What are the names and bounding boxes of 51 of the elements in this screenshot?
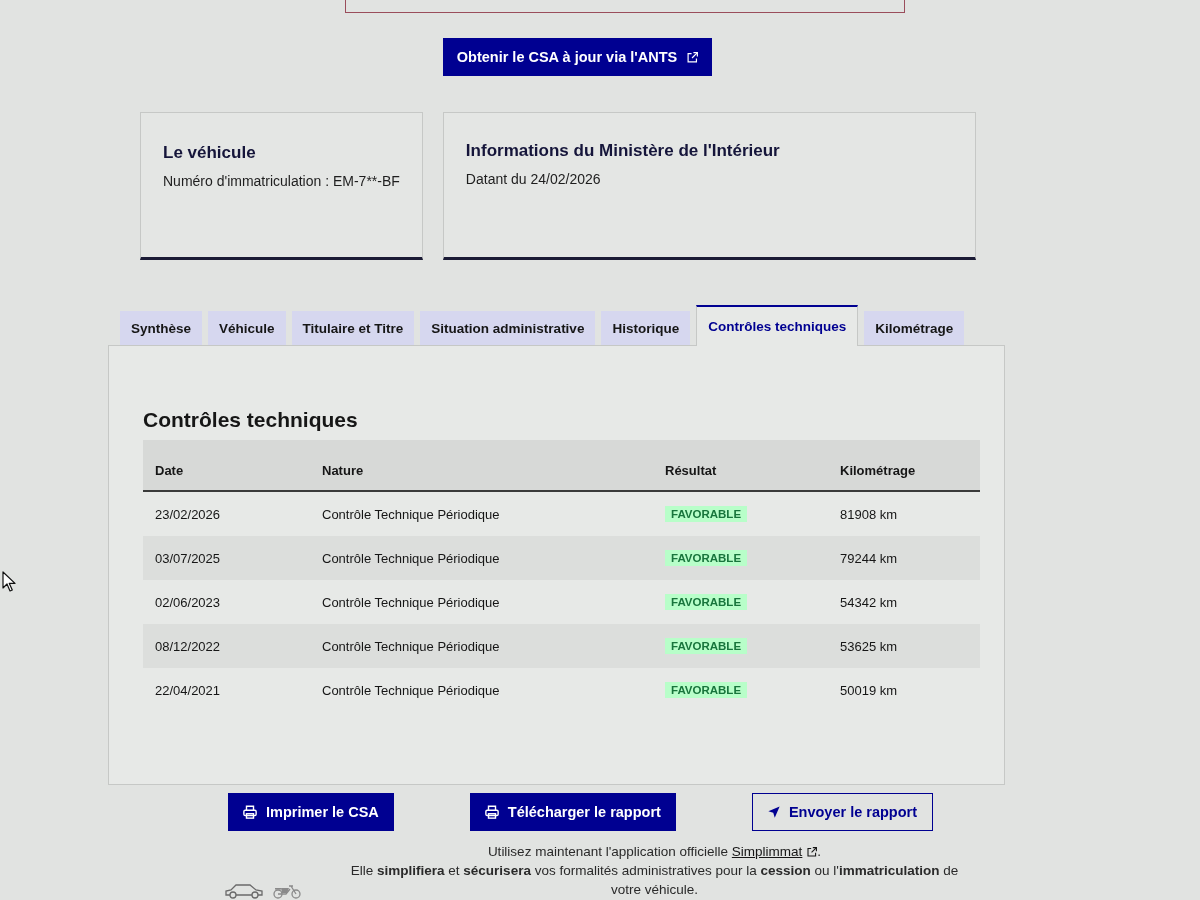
result-badge: FAVORABLE [665, 638, 748, 654]
tab[interactable]: Situation administrative [420, 311, 596, 345]
table-cell-text: 22/04/2021 [154, 682, 222, 698]
motorcycle-icon [272, 882, 302, 899]
car-icon [224, 882, 264, 899]
notice-text: Utilisez maintenant l'application officielle Simplimmat . [486, 842, 823, 861]
table-cell-text: Contrôle Technique Périodique [321, 506, 501, 522]
printer-icon [484, 805, 499, 819]
table-cell-text: 54342 km [839, 594, 899, 610]
column-header: Kilométrage [839, 463, 917, 478]
send-report-button[interactable]: Envoyer le rapport [751, 793, 934, 831]
printer-icon [242, 805, 257, 819]
table-cell-text: 79244 km [839, 550, 899, 566]
column-header: Nature [321, 463, 365, 478]
result-badge: FAVORABLE [665, 682, 748, 698]
external-link-icon [687, 51, 699, 63]
table-cell-text: 81908 km [839, 506, 899, 522]
column-header: Résultat [664, 463, 718, 478]
card-text: Numéro d'immatriculation : EM-7**-BF [163, 173, 400, 189]
table-cell-text: 08/12/2022 [154, 638, 222, 654]
table-cell-text: 23/02/2026 [154, 506, 222, 522]
print-csa-button[interactable]: Imprimer le CSA [227, 793, 394, 831]
table-cell-text: Contrôle Technique Périodique [321, 682, 501, 698]
table-cell-text: 50019 km [839, 682, 899, 698]
column-header: Date [154, 463, 185, 478]
table-cell-text: Contrôle Technique Périodique [321, 550, 501, 566]
result-badge: FAVORABLE [665, 550, 748, 566]
result-badge: FAVORABLE [665, 506, 748, 522]
notice-text: Elle simplifiera et sécurisera vos formalités administratives pour la cession ou l'immatriculation de votre véhicule. [349, 862, 960, 899]
table-cell-text: Contrôle Technique Périodique [321, 638, 501, 654]
card-title: Informations du Ministère de l'Intérieur [465, 141, 781, 161]
download-report-button[interactable]: Télécharger le rapport [469, 793, 676, 831]
tab[interactable]: Titulaire et Titre [291, 311, 415, 345]
table-cell-text: 03/07/2025 [154, 550, 222, 566]
send-icon [767, 806, 780, 818]
mouse-pointer-icon [2, 571, 16, 592]
tab[interactable]: Synthèse [120, 311, 203, 345]
tab[interactable]: Contrôles techniques [696, 305, 859, 346]
app-link[interactable]: Simplimmat [731, 842, 818, 861]
tab[interactable]: Véhicule [208, 311, 286, 345]
tab[interactable]: Historique [601, 311, 691, 345]
table-cell-text: Contrôle Technique Périodique [321, 594, 501, 610]
table-cell-text: 53625 km [839, 638, 899, 654]
tab[interactable]: Kilométrage [864, 311, 965, 345]
external-link-icon [807, 846, 818, 857]
card-text: Datant du 24/02/2026 [465, 171, 602, 187]
table-cell-text: 02/06/2023 [154, 594, 222, 610]
ants-csa-button[interactable]: Obtenir le CSA à jour via l'ANTS [442, 38, 713, 76]
result-badge: FAVORABLE [665, 594, 748, 610]
section-title: Contrôles techniques [143, 408, 359, 432]
card-title: Le véhicule [163, 143, 257, 163]
